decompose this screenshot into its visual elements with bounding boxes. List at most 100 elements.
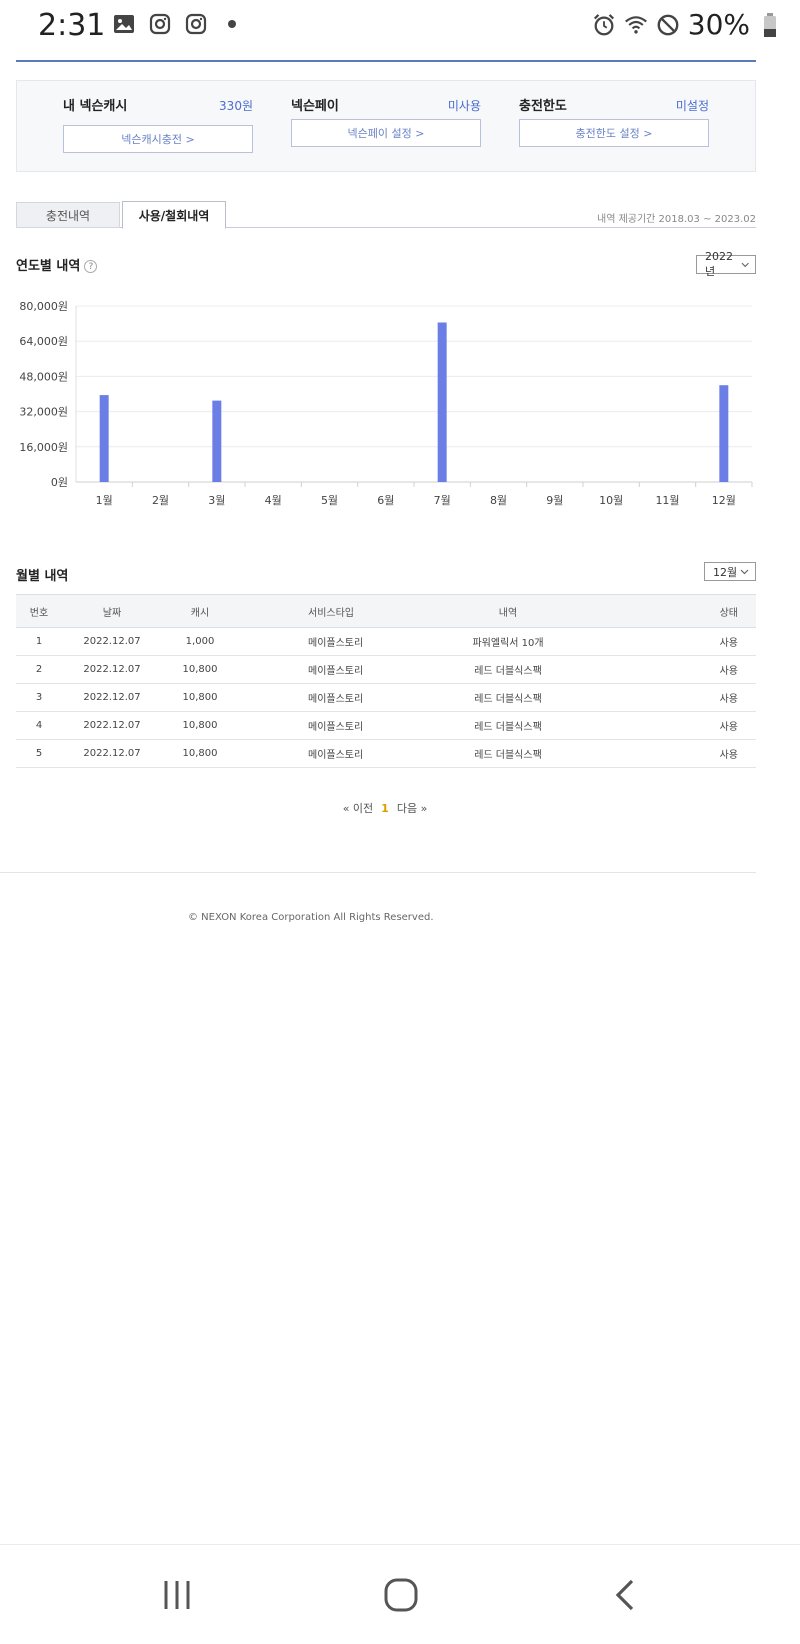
chevron-down-icon bbox=[740, 569, 749, 574]
x-tick-label: 3월 bbox=[208, 494, 225, 507]
nexon-pay-label: 넥슨페이 bbox=[291, 99, 339, 114]
col-status: 상태 bbox=[568, 594, 756, 628]
cell-detail: 레드 더블식스팩 bbox=[448, 711, 568, 740]
gallery-icon bbox=[112, 12, 136, 36]
x-tick-label: 2월 bbox=[152, 494, 169, 507]
cell-number: 2 bbox=[16, 655, 62, 684]
battery-icon bbox=[758, 12, 782, 37]
cell-service-type: 메이플스토리 bbox=[238, 683, 448, 712]
nexon-pay-settings-button[interactable]: 넥슨페이 설정 > bbox=[291, 119, 481, 147]
x-tick-label: 6월 bbox=[377, 494, 394, 507]
y-tick-label: 32,000원 bbox=[19, 406, 68, 419]
dot-icon bbox=[220, 12, 244, 36]
monthly-history-table: 번호 날짜 캐시 서비스타입 내역 상태 1 2022.12.07 1,000 메이플… bbox=[16, 594, 756, 768]
x-tick-label: 7월 bbox=[434, 494, 451, 507]
cell-service-type: 메이플스토리 bbox=[238, 627, 448, 656]
tab-usage-history[interactable]: 사용/철회내역 bbox=[122, 201, 226, 229]
col-detail: 내역 bbox=[448, 594, 568, 628]
col-service-type: 서비스타입 bbox=[238, 594, 448, 628]
cell-detail: 레드 더블식스팩 bbox=[448, 655, 568, 684]
pagination: « 이전 1 다음 » bbox=[0, 800, 770, 816]
cell-cash: 1,000 bbox=[162, 627, 238, 656]
x-tick-label: 1월 bbox=[96, 494, 113, 507]
footer-divider bbox=[0, 872, 756, 873]
charge-limit-settings-button[interactable]: 충전한도 설정 > bbox=[519, 119, 709, 147]
instagram-icon bbox=[148, 12, 172, 36]
bar-1[interactable] bbox=[99, 395, 109, 482]
x-tick-label: 12월 bbox=[712, 494, 736, 507]
yearly-bar-chart: 0원 16,000원 32,000원 48,000원 64,000원 80,000원 1월 2… bbox=[19, 300, 753, 507]
x-tick-label: 8월 bbox=[490, 494, 507, 507]
bar-7[interactable] bbox=[437, 322, 447, 483]
cell-number: 4 bbox=[16, 711, 62, 740]
next-page-link[interactable]: 다음 » bbox=[397, 802, 427, 815]
android-nav-bar bbox=[0, 1544, 800, 1644]
charge-limit-summary: 충전한도 미설정 충전한도 설정 > bbox=[519, 95, 709, 147]
bar-12[interactable] bbox=[719, 385, 729, 482]
table-row: 4 2022.12.07 10,800 메이플스토리 레드 더블식스팩 사용 bbox=[16, 711, 756, 740]
cell-service-type: 메이플스토리 bbox=[238, 711, 448, 740]
footer-copyright: © NEXON Korea Corporation All Rights Res… bbox=[188, 912, 434, 923]
back-button[interactable] bbox=[600, 1573, 650, 1617]
cell-date: 2022.12.07 bbox=[62, 655, 162, 684]
cell-detail: 레드 더블식스팩 bbox=[448, 739, 568, 768]
status-bar: 2:31 30% bbox=[0, 0, 800, 52]
do-not-disturb-icon bbox=[656, 13, 680, 37]
year-select[interactable]: 2022년 bbox=[696, 250, 756, 278]
x-tick-label: 5월 bbox=[321, 494, 338, 507]
y-tick-label: 64,000원 bbox=[19, 335, 68, 348]
help-icon[interactable]: ? bbox=[84, 260, 98, 273]
table-row: 2 2022.12.07 10,800 메이플스토리 레드 더블식스팩 사용 bbox=[16, 655, 756, 684]
cell-cash: 10,800 bbox=[162, 739, 238, 768]
charge-cash-button[interactable]: 넥슨캐시충전 > bbox=[63, 125, 253, 153]
charge-limit-value: 미설정 bbox=[675, 99, 709, 113]
home-button[interactable] bbox=[376, 1573, 426, 1617]
history-period: 내역 제공기간 2018.03 ~ 2023.02 bbox=[597, 214, 756, 225]
cell-status: 사용 bbox=[568, 739, 756, 768]
col-date: 날짜 bbox=[62, 594, 162, 628]
y-tick-label: 48,000원 bbox=[19, 370, 68, 383]
yearly-section-title: 연도별 내역? bbox=[16, 255, 98, 274]
nexon-cash-label: 내 넥슨캐시 bbox=[63, 99, 128, 114]
nexon-pay-value: 미사용 bbox=[447, 99, 481, 113]
y-tick-label: 16,000원 bbox=[19, 441, 68, 454]
col-number: 번호 bbox=[16, 594, 62, 628]
tab-charge-history[interactable]: 충전내역 bbox=[16, 202, 120, 228]
status-time: 2:31 bbox=[38, 8, 106, 43]
cell-date: 2022.12.07 bbox=[62, 711, 162, 740]
cell-status: 사용 bbox=[568, 683, 756, 712]
x-tick-label: 10월 bbox=[599, 494, 623, 507]
cell-status: 사용 bbox=[568, 711, 756, 740]
cell-number: 1 bbox=[16, 627, 62, 656]
battery-percent: 30% bbox=[687, 8, 750, 41]
cell-cash: 10,800 bbox=[162, 683, 238, 712]
wifi-icon bbox=[624, 13, 648, 37]
current-page[interactable]: 1 bbox=[381, 802, 389, 815]
y-tick-label: 80,000원 bbox=[19, 300, 68, 313]
recent-apps-icon bbox=[164, 1581, 190, 1609]
cash-summary-box: 내 넥슨캐시 330원 넥슨캐시충전 > 넥슨페이 미사용 넥슨페이 설정 > … bbox=[16, 80, 756, 172]
cell-number: 5 bbox=[16, 739, 62, 768]
recent-apps-button[interactable] bbox=[152, 1573, 202, 1617]
alarm-icon bbox=[592, 13, 616, 37]
cell-cash: 10,800 bbox=[162, 711, 238, 740]
bar-3[interactable] bbox=[212, 400, 222, 482]
month-select[interactable]: 12월 bbox=[704, 562, 756, 581]
x-tick-label: 11월 bbox=[655, 494, 679, 507]
month-select-value: 12월 bbox=[713, 565, 738, 579]
col-cash: 캐시 bbox=[162, 594, 238, 628]
cell-number: 3 bbox=[16, 683, 62, 712]
cell-date: 2022.12.07 bbox=[62, 683, 162, 712]
table-row: 3 2022.12.07 10,800 메이플스토리 레드 더블식스팩 사용 bbox=[16, 683, 756, 712]
nexon-cash-summary: 내 넥슨캐시 330원 넥슨캐시충전 > bbox=[63, 95, 253, 153]
home-icon bbox=[384, 1578, 418, 1612]
x-tick-label: 4월 bbox=[265, 494, 282, 507]
prev-page-link[interactable]: « 이전 bbox=[343, 802, 373, 815]
table-row: 1 2022.12.07 1,000 메이플스토리 파워엘릭서 10개 사용 bbox=[16, 627, 756, 656]
cell-service-type: 메이플스토리 bbox=[238, 739, 448, 768]
instagram-icon bbox=[184, 12, 208, 36]
cell-date: 2022.12.07 bbox=[62, 739, 162, 768]
nexon-pay-summary: 넥슨페이 미사용 넥슨페이 설정 > bbox=[291, 95, 481, 147]
back-icon bbox=[615, 1579, 634, 1611]
table-row: 5 2022.12.07 10,800 메이플스토리 레드 더블식스팩 사용 bbox=[16, 739, 756, 768]
